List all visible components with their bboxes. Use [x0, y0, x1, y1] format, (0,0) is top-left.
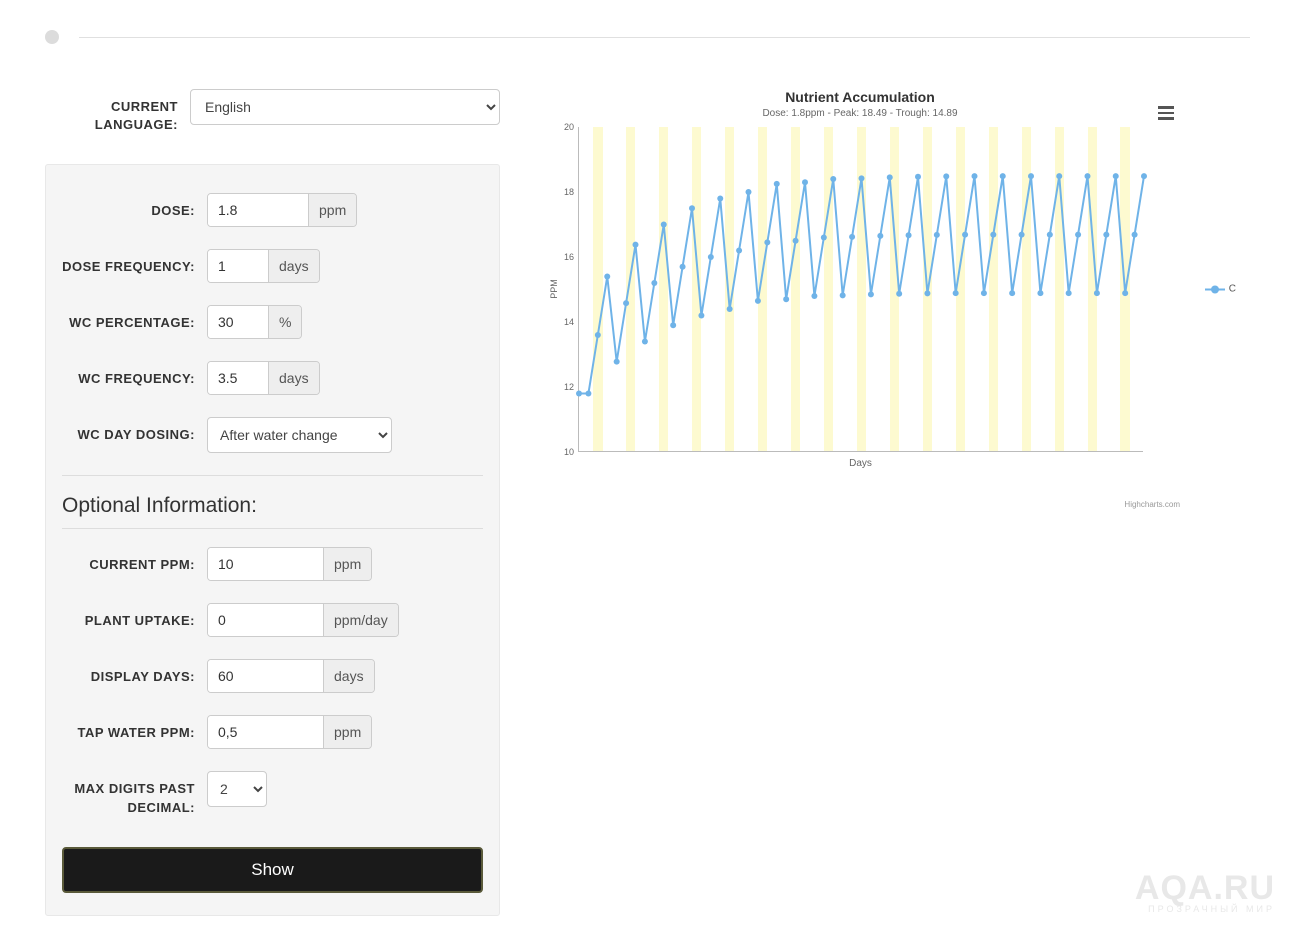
show-button[interactable]: Show — [62, 847, 483, 893]
tap-unit: ppm — [323, 716, 371, 748]
chart-ylabel: PPM — [549, 279, 559, 299]
disp-days-input[interactable] — [208, 660, 323, 692]
optional-divider — [62, 528, 483, 529]
top-dot — [45, 30, 59, 44]
dose-freq-unit: days — [268, 250, 319, 282]
chart: Nutrient Accumulation Dose: 1.8ppm - Pea… — [540, 89, 1180, 489]
language-label: CURRENT LANGUAGE: — [45, 89, 190, 134]
cur-ppm-unit: ppm — [323, 548, 371, 580]
tap-label: TAP WATER PPM: — [62, 715, 207, 742]
chart-title: Nutrient Accumulation — [540, 89, 1180, 105]
optional-title: Optional Information: — [62, 494, 483, 518]
uptake-label: PLANT UPTAKE: — [62, 603, 207, 630]
chart-plot-area: 101214161820 — [578, 127, 1143, 452]
language-select[interactable]: English — [190, 89, 500, 125]
dose-freq-input[interactable] — [208, 250, 268, 282]
digits-select[interactable]: 2 — [207, 771, 267, 807]
uptake-unit: ppm/day — [323, 604, 398, 636]
cur-ppm-input[interactable] — [208, 548, 323, 580]
watermark-bot: ПРОЗРАЧНЫЙ МИР — [1135, 905, 1275, 914]
wc-day-label: WC DAY DOSING: — [62, 417, 207, 444]
legend-marker-icon — [1205, 285, 1225, 293]
wc-freq-label: WC FREQUENCY: — [62, 361, 207, 388]
dose-unit: ppm — [308, 194, 356, 226]
wc-pct-unit: % — [268, 306, 301, 338]
wc-freq-input[interactable] — [208, 362, 268, 394]
panel-divider — [62, 475, 483, 476]
wc-pct-input[interactable] — [208, 306, 268, 338]
uptake-input[interactable] — [208, 604, 323, 636]
dose-label: DOSE: — [62, 193, 207, 220]
top-divider — [45, 30, 1250, 44]
chart-menu-icon[interactable] — [1152, 97, 1180, 129]
dose-freq-label: DOSE FREQUENCY: — [62, 249, 207, 276]
cur-ppm-label: CURRENT PPM: — [62, 547, 207, 574]
chart-legend: C — [1205, 284, 1236, 295]
chart-subtitle: Dose: 1.8ppm - Peak: 18.49 - Trough: 14.… — [540, 108, 1180, 119]
disp-days-unit: days — [323, 660, 374, 692]
dose-input[interactable] — [208, 194, 308, 226]
watermark: AQA.RU ПРОЗРАЧНЫЙ МИР — [1135, 871, 1275, 914]
watermark-top: AQA.RU — [1135, 871, 1275, 905]
top-line — [79, 37, 1250, 38]
wc-pct-label: WC PERCENTAGE: — [62, 305, 207, 332]
chart-xlabel: Days — [578, 458, 1143, 469]
wc-freq-unit: days — [268, 362, 319, 394]
tap-input[interactable] — [208, 716, 323, 748]
chart-credit: Highcharts.com — [1124, 500, 1180, 509]
legend-label: C — [1229, 284, 1236, 295]
digits-label: MAX DIGITS PAST DECIMAL: — [62, 771, 207, 816]
form-panel: DOSE: ppm DOSE FREQUENCY: days WC PERCEN… — [45, 164, 500, 915]
wc-day-select[interactable]: After water change — [207, 417, 392, 453]
disp-days-label: DISPLAY DAYS: — [62, 659, 207, 686]
